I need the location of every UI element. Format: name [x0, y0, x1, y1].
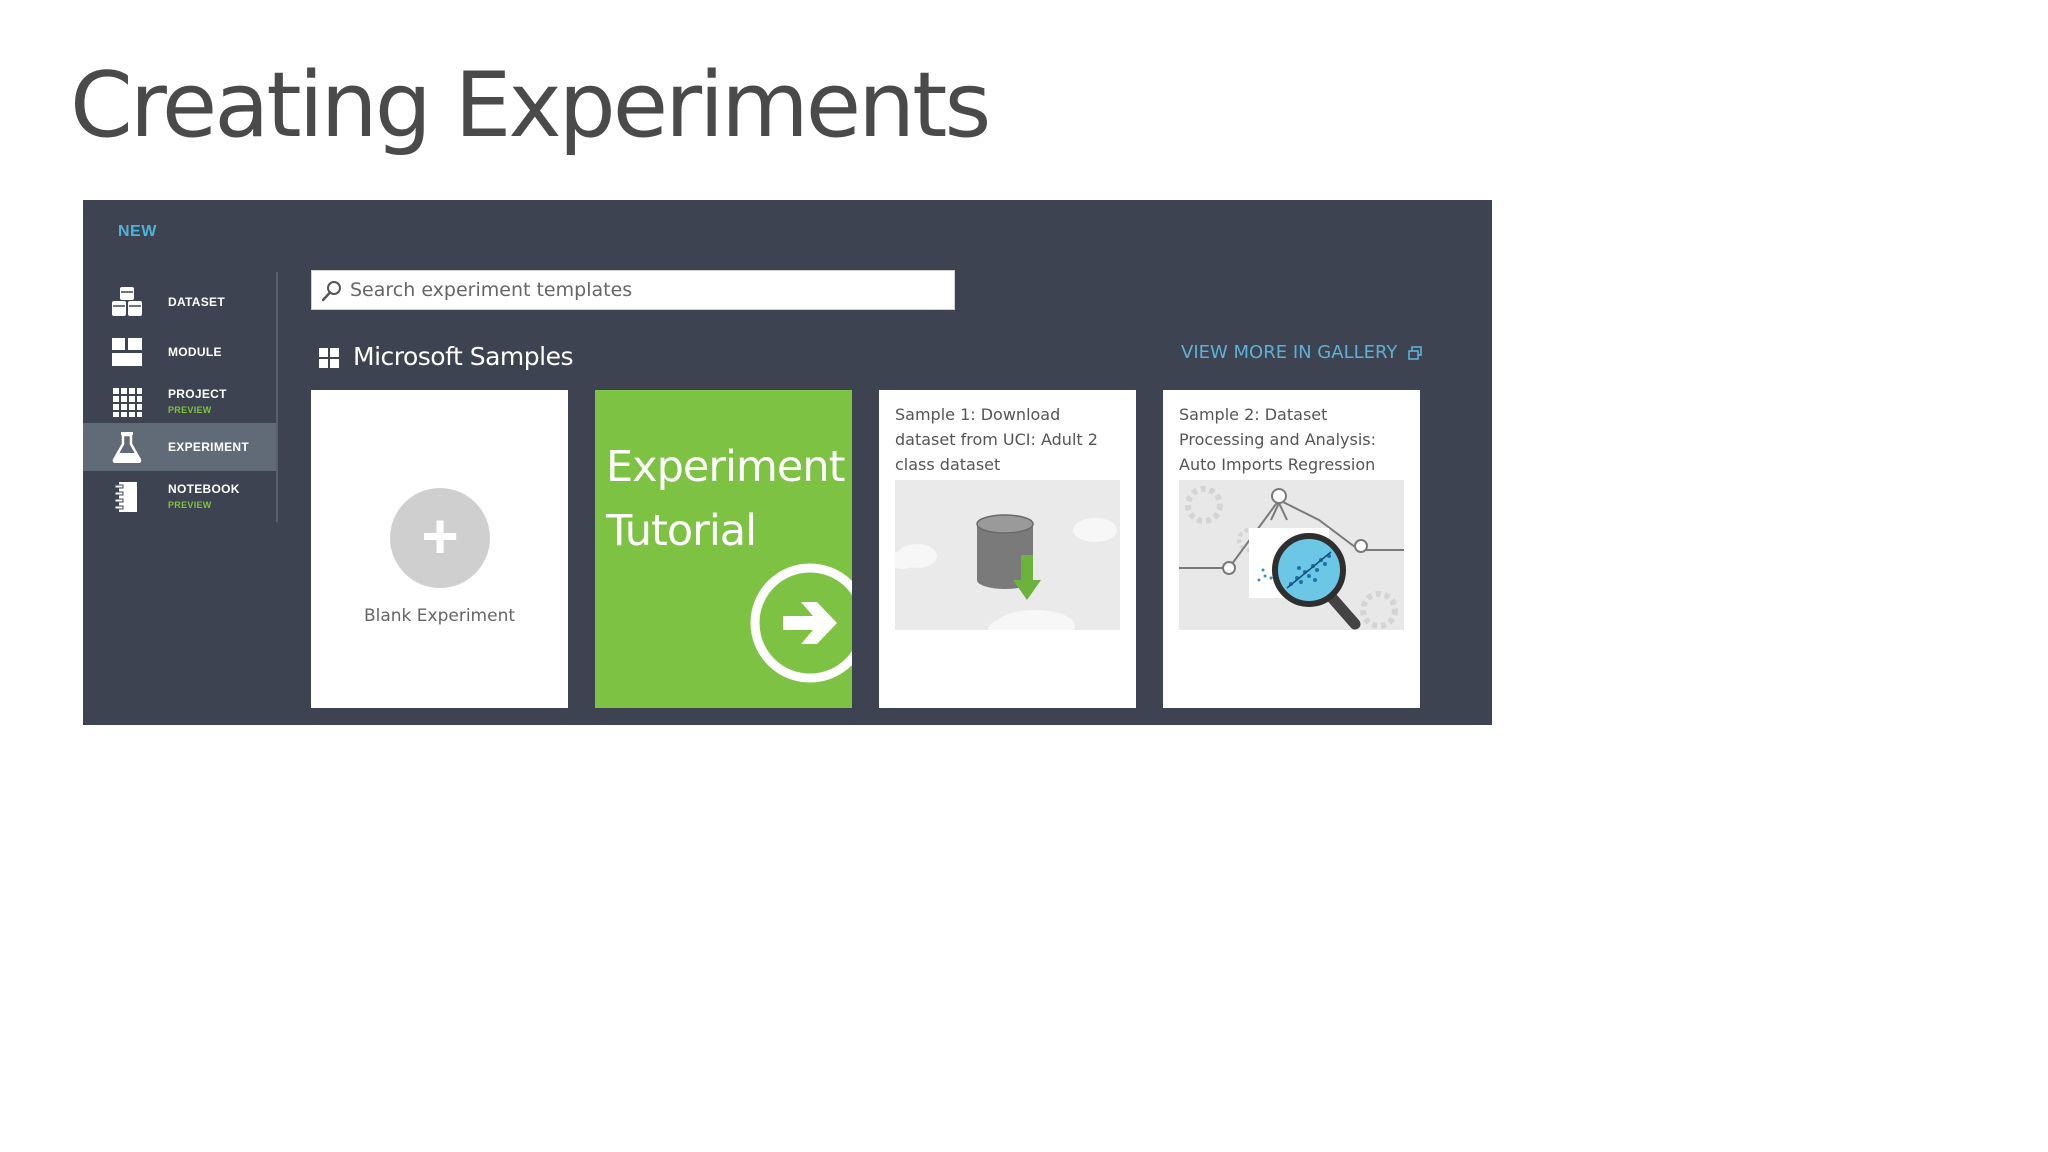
- card-title: Sample 2: Dataset Processing and Analysi…: [1179, 405, 1377, 474]
- database-download-icon: [895, 480, 1120, 630]
- blank-experiment-card[interactable]: + Blank Experiment: [311, 390, 568, 708]
- sidebar-item-module[interactable]: MODULE: [83, 328, 277, 376]
- new-label: NEW: [118, 223, 157, 240]
- search-box[interactable]: [311, 270, 955, 310]
- sidebar-item-notebook[interactable]: NOTEBOOK PREVIEW: [83, 473, 277, 521]
- preview-badge: PREVIEW: [168, 405, 212, 415]
- view-gallery-label: VIEW MORE IN GALLERY: [1181, 342, 1398, 363]
- plus-icon: +: [390, 488, 490, 588]
- view-gallery-link[interactable]: VIEW MORE IN GALLERY: [1181, 342, 1423, 363]
- sample-1-card[interactable]: Sample 1: Download dataset from UCI: Adu…: [879, 390, 1136, 708]
- slide-title: Creating Experiments: [70, 53, 991, 158]
- grid-icon: [319, 348, 339, 368]
- preview-badge: PREVIEW: [168, 500, 212, 510]
- search-input[interactable]: [350, 271, 940, 309]
- module-icon: [112, 338, 142, 366]
- dataset-icon: [112, 287, 142, 316]
- sidebar-item-dataset[interactable]: DATASET: [83, 278, 277, 326]
- tutorial-title-line1: Experiment: [606, 442, 845, 492]
- sidebar-item-label: MODULE: [168, 345, 222, 359]
- tutorial-title-line2: Tutorial: [606, 506, 757, 556]
- sample-2-card[interactable]: Sample 2: Dataset Processing and Analysi…: [1163, 390, 1420, 708]
- search-icon: [321, 281, 341, 302]
- sidebar-item-label: NOTEBOOK: [168, 482, 240, 496]
- sidebar-divider: [276, 272, 278, 522]
- sidebar-item-label: DATASET: [168, 295, 225, 309]
- sidebar-item-experiment[interactable]: EXPERIMENT: [83, 423, 277, 471]
- flask-icon: [112, 432, 142, 463]
- sidebar-item-project[interactable]: PROJECT PREVIEW: [83, 378, 277, 426]
- project-icon: [113, 388, 142, 417]
- magnifier-analysis-icon: [1179, 480, 1404, 630]
- sidebar-item-label: PROJECT: [168, 387, 227, 401]
- card-title: Sample 1: Download dataset from UCI: Adu…: [895, 405, 1098, 474]
- notebook-icon: [114, 482, 137, 512]
- section-title: Microsoft Samples: [353, 342, 573, 371]
- new-experiment-panel: NEW DATASET MODULE PROJECT PREVIEW EXPER…: [83, 200, 1492, 725]
- external-link-icon: [1408, 346, 1422, 360]
- experiment-tutorial-card[interactable]: Experiment Tutorial: [595, 390, 852, 708]
- sidebar-item-label: EXPERIMENT: [168, 440, 250, 454]
- arrow-right-icon: [750, 563, 852, 683]
- card-label: Blank Experiment: [363, 606, 516, 626]
